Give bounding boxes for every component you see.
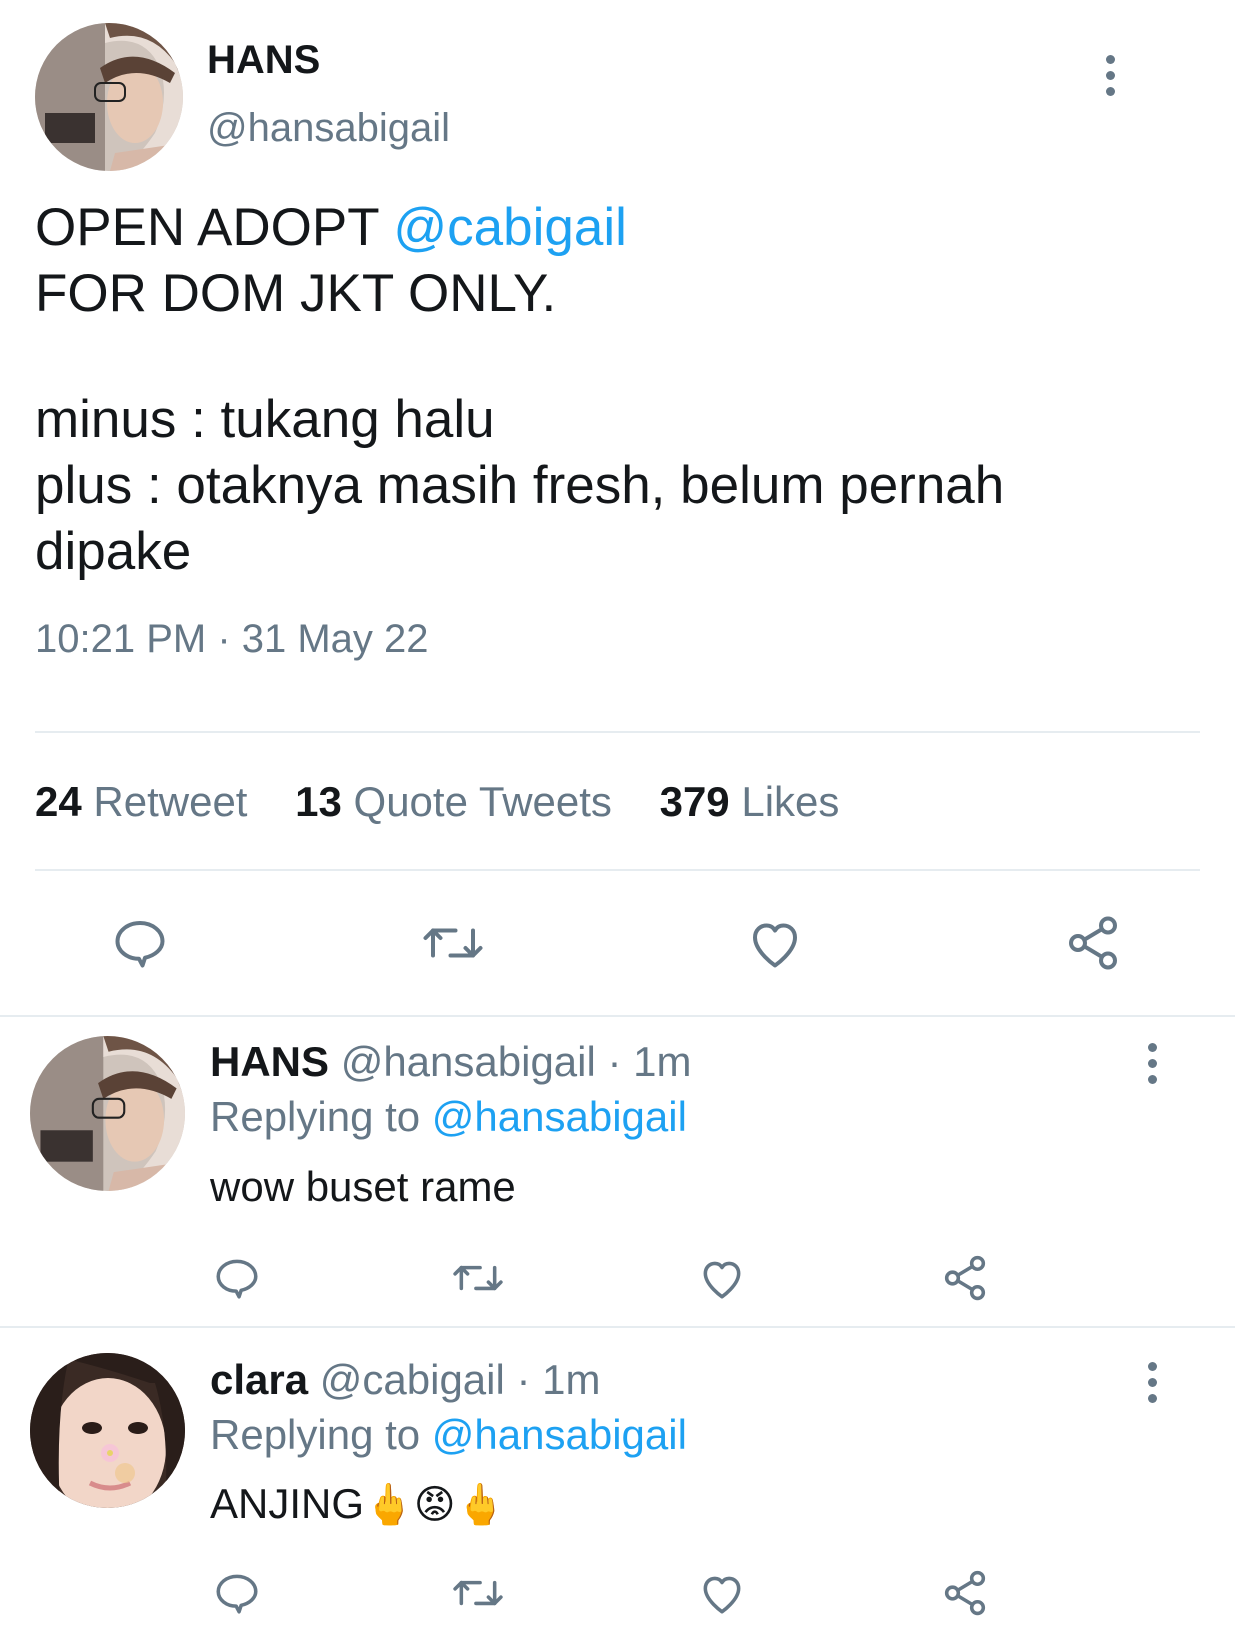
reply-icon[interactable] [110,913,170,973]
more-vertical-icon[interactable] [1106,55,1115,96]
reply-time[interactable]: · 1m [608,1038,692,1085]
timestamp[interactable]: 10:21 PM · 31 May 22 [35,617,429,662]
quote-count[interactable]: 13 Quote Tweets [295,778,612,825]
tweet-text: OPEN ADOPT @cabigail FOR DOM JKT ONLY. m… [35,195,1004,585]
replying-to: Replying to @hansabigail [210,1093,687,1140]
share-icon[interactable] [940,1253,990,1303]
share-icon[interactable] [940,1568,990,1618]
mention-link[interactable]: @cabigail [393,198,627,257]
reply-text: ANJING🖕😡🖕 [210,1480,506,1527]
handle[interactable]: @hansabigail [207,106,450,151]
replying-to: Replying to @hansabigail [210,1411,687,1458]
tweet-text-line: plus : otaknya masih fresh, belum pernah [35,456,1005,515]
handle[interactable]: @cabigail [320,1356,505,1403]
more-vertical-icon[interactable] [1148,1043,1157,1084]
like-icon[interactable] [697,1253,747,1303]
divider [35,731,1200,733]
tweet-stats: 24 Retweet 13 Quote Tweets 379 Likes [35,778,839,826]
handle[interactable]: @hansabigail [341,1038,596,1085]
reply-text: wow buset rame [210,1163,516,1210]
retweet-icon[interactable] [420,913,486,973]
reply-icon[interactable] [212,1253,262,1303]
like-icon[interactable] [745,913,805,973]
divider [35,869,1200,871]
avatar[interactable] [30,1353,185,1508]
emoji-sequence: 🖕😡🖕 [364,1483,506,1527]
like-icon[interactable] [697,1568,747,1618]
more-vertical-icon[interactable] [1148,1362,1157,1403]
avatar[interactable] [30,1036,185,1191]
display-name[interactable]: clara [210,1356,308,1403]
display-name[interactable]: HANS [207,38,320,83]
divider [0,1015,1235,1017]
tweet-text-line: FOR DOM JKT ONLY. [35,264,557,323]
share-icon[interactable] [1063,913,1123,973]
like-count[interactable]: 379 Likes [660,778,840,825]
reply-header: clara @cabigail · 1m [210,1356,601,1404]
reply-time[interactable]: · 1m [517,1356,601,1403]
retweet-icon[interactable] [450,1568,506,1618]
divider [0,1326,1235,1328]
retweet-icon[interactable] [450,1253,506,1303]
tweet-text-line: OPEN ADOPT [35,198,394,257]
avatar[interactable] [35,23,183,171]
tweet-text-line: dipake [35,522,192,581]
replying-to-link[interactable]: @hansabigail [432,1411,687,1458]
display-name[interactable]: HANS [210,1038,329,1085]
replying-to-link[interactable]: @hansabigail [432,1093,687,1140]
reply-icon[interactable] [212,1568,262,1618]
retweet-count[interactable]: 24 Retweet [35,778,247,825]
tweet-text-line: minus : tukang halu [35,390,495,449]
reply-header: HANS @hansabigail · 1m [210,1038,692,1086]
